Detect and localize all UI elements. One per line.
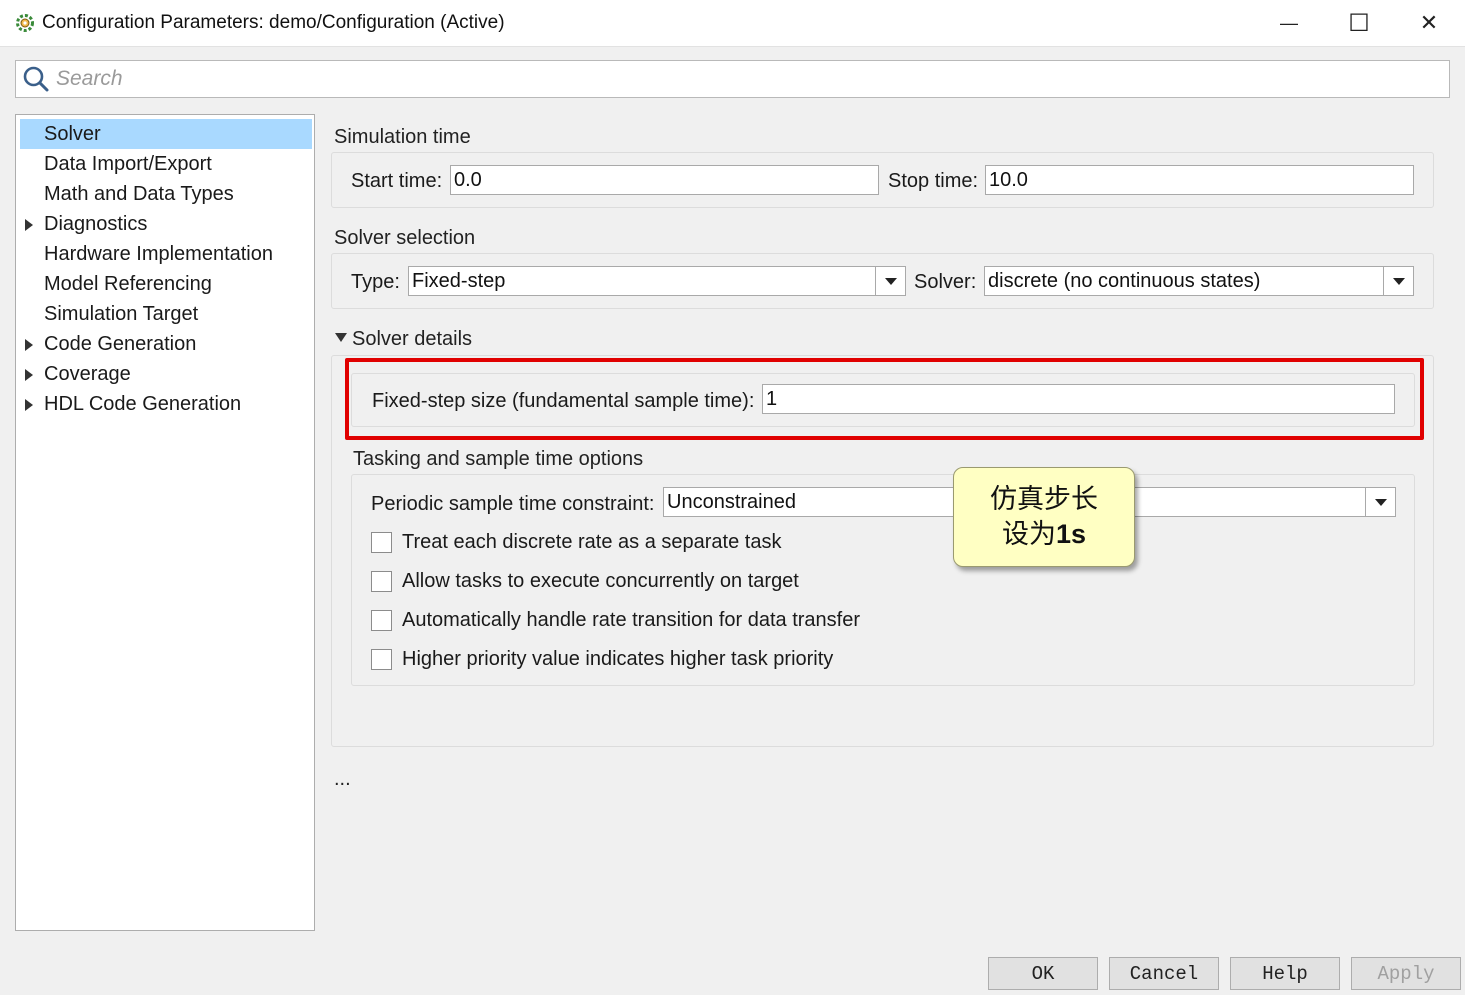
tasking-group: Periodic sample time constraint: Unconst… bbox=[351, 474, 1415, 686]
callout-line-2-prefix: 设为 bbox=[1001, 518, 1056, 550]
callout-line-1: 仿真步长 bbox=[990, 483, 1098, 515]
solver-selection-group: Type: Fixed-step Solver: discrete (no co… bbox=[331, 253, 1434, 309]
sample-time-constraint-label: Periodic sample time constraint: bbox=[371, 493, 655, 515]
nav-item-math-and-data-types[interactable]: Math and Data Types bbox=[20, 179, 312, 209]
solver-dropdown[interactable]: discrete (no continuous states) bbox=[984, 266, 1414, 296]
stop-time-input[interactable] bbox=[985, 165, 1414, 195]
gear-cog-icon bbox=[16, 14, 34, 32]
priority-checkbox-row[interactable]: Higher priority value indicates higher t… bbox=[371, 646, 833, 672]
expand-arrow-icon[interactable] bbox=[25, 339, 33, 351]
checkbox-label: Treat each discrete rate as a separate t… bbox=[402, 530, 782, 553]
nav-item-diagnostics[interactable]: Diagnostics bbox=[20, 209, 312, 239]
cancel-button-label: Cancel bbox=[1129, 962, 1199, 985]
solver-dropdown-value: discrete (no continuous states) bbox=[988, 270, 1261, 292]
expand-arrow-icon[interactable] bbox=[25, 219, 33, 231]
separate-task-checkbox[interactable] bbox=[371, 531, 392, 553]
nav-item-solver[interactable]: Solver bbox=[20, 119, 312, 149]
apply-button-label: Apply bbox=[1377, 962, 1435, 985]
solver-details-heading[interactable]: Solver details bbox=[352, 328, 472, 351]
minimize-button[interactable]: — bbox=[1254, 0, 1324, 46]
close-icon: ✕ bbox=[1419, 10, 1439, 35]
callout-line-2-bold: 1s bbox=[1055, 518, 1087, 549]
type-label: Type: bbox=[351, 271, 400, 293]
nav-item-simulation-target[interactable]: Simulation Target bbox=[20, 299, 312, 329]
checkbox-label: Automatically handle rate transition for… bbox=[402, 608, 861, 631]
rate-transition-checkbox-row[interactable]: Automatically handle rate transition for… bbox=[371, 607, 860, 633]
highlight-rectangle bbox=[345, 358, 1424, 440]
nav-item-label: Solver bbox=[44, 123, 101, 145]
start-time-label: Start time: bbox=[351, 170, 443, 192]
solver-label: Solver: bbox=[914, 271, 977, 293]
nav-item-label: Math and Data Types bbox=[44, 183, 234, 205]
nav-item-hdl-code-generation[interactable]: HDL Code Generation bbox=[20, 389, 312, 419]
search-input[interactable] bbox=[56, 67, 1426, 91]
maximize-icon: ☐ bbox=[1348, 9, 1370, 37]
window-title: Configuration Parameters: demo/Configura… bbox=[42, 12, 505, 33]
nav-item-code-generation[interactable]: Code Generation bbox=[20, 329, 312, 359]
checkbox-label: Allow tasks to execute concurrently on t… bbox=[402, 569, 799, 592]
ok-button-label: OK bbox=[1031, 962, 1055, 985]
collapse-arrow-icon[interactable] bbox=[335, 333, 347, 342]
search-box[interactable] bbox=[15, 60, 1450, 98]
nav-item-coverage[interactable]: Coverage bbox=[20, 359, 312, 389]
concurrent-tasks-checkbox-row[interactable]: Allow tasks to execute concurrently on t… bbox=[371, 568, 799, 594]
solver-settings-pane: Simulation time Start time: Stop time: S… bbox=[315, 114, 1465, 931]
tasking-heading: Tasking and sample time options bbox=[353, 448, 644, 470]
chevron-down-icon[interactable] bbox=[1383, 267, 1413, 295]
stop-time-label: Stop time: bbox=[888, 170, 979, 192]
help-button[interactable]: Help bbox=[1230, 957, 1340, 990]
nav-item-label: Coverage bbox=[44, 363, 131, 385]
search-icon bbox=[23, 66, 49, 92]
separate-task-checkbox-row[interactable]: Treat each discrete rate as a separate t… bbox=[371, 529, 781, 555]
checkbox-label: Higher priority value indicates higher t… bbox=[402, 647, 834, 670]
nav-item-data-import-export[interactable]: Data Import/Export bbox=[20, 149, 312, 179]
nav-item-label: HDL Code Generation bbox=[44, 393, 242, 415]
chevron-down-icon[interactable] bbox=[875, 267, 905, 295]
rate-transition-checkbox[interactable] bbox=[371, 609, 392, 631]
nav-item-hardware-implementation[interactable]: Hardware Implementation bbox=[20, 239, 312, 269]
nav-item-label: Code Generation bbox=[44, 333, 197, 355]
callout-line-2: 设为1s bbox=[1002, 517, 1086, 552]
expand-arrow-icon[interactable] bbox=[25, 399, 33, 411]
category-tree: Solver Data Import/Export Math and Data … bbox=[15, 114, 315, 931]
nav-item-label: Simulation Target bbox=[44, 303, 199, 325]
maximize-button[interactable]: ☐ bbox=[1324, 0, 1394, 46]
nav-item-label: Data Import/Export bbox=[44, 153, 212, 175]
type-dropdown-value: Fixed-step bbox=[412, 270, 506, 292]
cancel-button[interactable]: Cancel bbox=[1109, 957, 1219, 990]
dialog-body: Solver Data Import/Export Math and Data … bbox=[0, 46, 1465, 995]
simulation-time-heading: Simulation time bbox=[334, 126, 471, 148]
annotation-callout: 仿真步长 设为1s bbox=[953, 467, 1135, 567]
priority-checkbox[interactable] bbox=[371, 648, 392, 670]
solver-selection-heading: Solver selection bbox=[334, 227, 476, 249]
more-options-ellipsis[interactable]: ... bbox=[334, 768, 351, 791]
nav-item-label: Model Referencing bbox=[44, 273, 212, 295]
ok-button[interactable]: OK bbox=[988, 957, 1098, 990]
chevron-down-icon[interactable] bbox=[1365, 488, 1395, 516]
nav-item-label: Hardware Implementation bbox=[44, 243, 273, 265]
close-button[interactable]: ✕ bbox=[1394, 0, 1464, 46]
simulation-time-group: Start time: Stop time: bbox=[331, 152, 1434, 208]
sample-time-constraint-value: Unconstrained bbox=[667, 491, 796, 513]
nav-item-model-referencing[interactable]: Model Referencing bbox=[20, 269, 312, 299]
nav-item-label: Diagnostics bbox=[44, 213, 148, 235]
title-bar: Configuration Parameters: demo/Configura… bbox=[0, 0, 1465, 46]
minimize-icon: — bbox=[1280, 12, 1298, 33]
concurrent-tasks-checkbox[interactable] bbox=[371, 570, 392, 592]
start-time-input[interactable] bbox=[450, 165, 879, 195]
expand-arrow-icon[interactable] bbox=[25, 369, 33, 381]
help-button-label: Help bbox=[1262, 962, 1308, 985]
apply-button[interactable]: Apply bbox=[1351, 957, 1461, 990]
type-dropdown[interactable]: Fixed-step bbox=[408, 266, 906, 296]
